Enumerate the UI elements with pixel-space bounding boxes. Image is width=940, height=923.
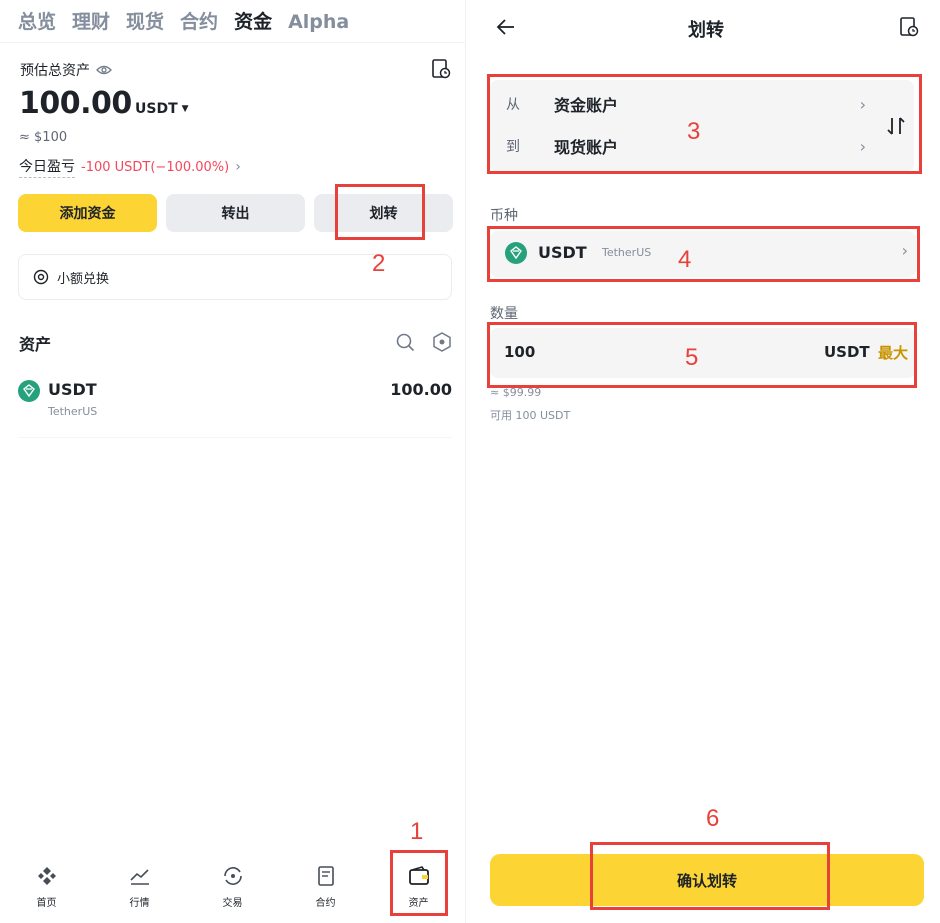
annotation-number-1: 1	[410, 818, 424, 845]
annotation-number-4: 4	[678, 246, 692, 273]
assets-panel: 总览 理财 现货 合约 资金 Alpha 预估总资产 100.00 USDT ▼…	[0, 0, 466, 923]
annotation-box-6	[590, 842, 830, 910]
tab-futures[interactable]: 合约	[180, 8, 218, 36]
asset-tabs: 总览 理财 现货 合约 资金 Alpha	[18, 8, 365, 36]
markets-icon	[129, 869, 149, 885]
page-title: 划转	[688, 20, 724, 41]
annotation-number-3: 3	[687, 118, 701, 145]
history-icon[interactable]	[898, 16, 920, 38]
assets-title: 资产	[19, 335, 52, 354]
coin-section-label: 币种	[490, 208, 518, 224]
eye-icon[interactable]	[96, 64, 112, 76]
nav-home[interactable]: 首页	[0, 858, 93, 918]
nav-markets-label: 行情	[129, 898, 150, 909]
settings-hex-icon[interactable]	[431, 331, 453, 353]
tab-spot[interactable]: 现货	[126, 8, 164, 36]
total-amount: 100.00	[19, 86, 132, 121]
nav-home-label: 首页	[36, 898, 57, 909]
annotation-box-5	[487, 322, 917, 388]
tab-overview[interactable]: 总览	[18, 8, 56, 36]
home-icon	[37, 867, 56, 885]
add-funds-button[interactable]: 添加资金	[18, 194, 157, 232]
pnl-label: 今日盈亏	[19, 156, 75, 178]
annotation-box-3	[487, 74, 922, 174]
estimated-total-label: 预估总资产	[20, 60, 112, 80]
chevron-right-icon: ›	[235, 159, 241, 175]
available-balance: 可用 100 USDT	[490, 409, 571, 422]
trade-icon	[223, 867, 242, 885]
annotation-number-2: 2	[372, 250, 386, 277]
convert-icon	[33, 269, 49, 285]
estimated-label-text: 预估总资产	[20, 63, 90, 79]
tab-alpha[interactable]: Alpha	[288, 8, 349, 36]
nav-trade[interactable]: 交易	[186, 858, 279, 918]
nav-futures[interactable]: 合约	[279, 858, 372, 918]
tab-funding[interactable]: 资金	[234, 8, 272, 36]
asset-row[interactable]: USDT TetherUS 100.00	[18, 378, 452, 438]
nav-markets[interactable]: 行情	[93, 858, 186, 918]
pnl-value: -100 USDT(−100.00%)	[81, 159, 230, 175]
tab-earn[interactable]: 理财	[72, 8, 110, 36]
annotation-box-2	[335, 184, 425, 240]
annotation-number-5: 5	[685, 344, 699, 371]
annotation-number-6: 6	[706, 805, 720, 832]
dust-convert-button[interactable]: 小额兑换	[18, 254, 452, 300]
asset-symbol: USDT	[48, 380, 97, 399]
asset-amount: 100.00	[390, 380, 452, 399]
nav-futures-label: 合约	[315, 898, 336, 909]
pnl-row[interactable]: 今日盈亏 -100 USDT(−100.00%) ›	[19, 156, 241, 178]
dust-label: 小额兑换	[57, 271, 110, 287]
unit-label: USDT	[135, 101, 178, 117]
tether-coin-icon	[18, 380, 40, 402]
nav-trade-label: 交易	[222, 898, 243, 909]
unit-selector[interactable]: USDT ▼	[135, 101, 189, 117]
withdraw-button[interactable]: 转出	[166, 194, 305, 232]
history-icon[interactable]	[430, 58, 452, 80]
approx-value: ≈ $100	[19, 130, 68, 145]
search-icon[interactable]	[395, 332, 415, 352]
futures-icon	[317, 866, 334, 886]
annotation-box-1	[390, 850, 448, 916]
tab-divider	[0, 42, 466, 43]
caret-down-icon: ▼	[181, 104, 189, 114]
amount-section-label: 数量	[490, 306, 518, 322]
annotation-box-4	[487, 226, 920, 282]
asset-name: TetherUS	[48, 405, 98, 418]
